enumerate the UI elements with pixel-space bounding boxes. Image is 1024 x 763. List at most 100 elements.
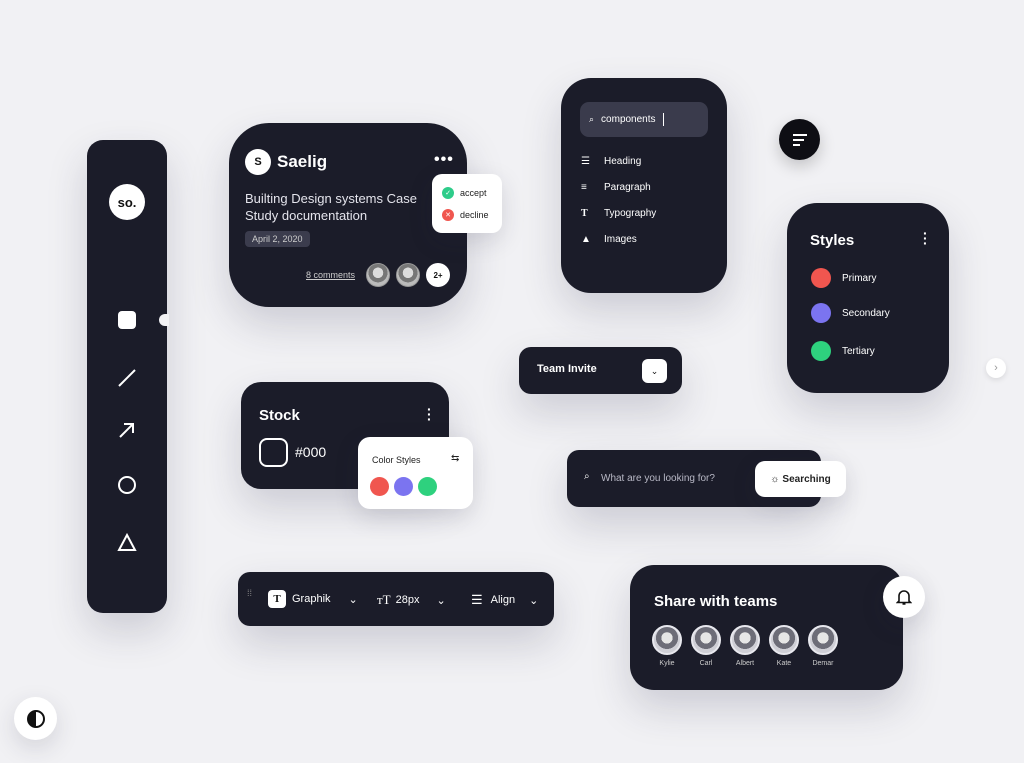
avatar <box>691 625 721 655</box>
typography-icon: T <box>268 590 286 608</box>
color-styles-popup: Color Styles ⇆ <box>358 437 473 509</box>
size-label: 28px <box>395 594 420 606</box>
title-line: Builting Design systems Case <box>245 191 417 206</box>
menu-item-heading[interactable]: ☰ Heading <box>581 156 656 167</box>
color-swatch[interactable] <box>394 477 413 496</box>
color-styles-title: Color Styles <box>372 455 421 465</box>
team-invite-label: Team Invite <box>537 363 597 375</box>
typography-icon: T <box>581 208 588 219</box>
accept-option[interactable]: ✓ accept <box>442 187 487 199</box>
search-icon: ⌕ <box>584 471 590 482</box>
loading-icon: ☼ <box>770 473 780 485</box>
text-toolbar: ⁞⁞ T Graphik ⌄ ᴛT 28px ⌄ ☰ Align ⌄ <box>238 572 554 626</box>
line-tool-icon[interactable] <box>117 368 137 388</box>
chevron-down-icon: ⌄ <box>529 594 539 607</box>
team-invite-dropdown[interactable]: Team Invite ⌄ <box>519 347 682 394</box>
images-icon: ▲ <box>581 234 591 245</box>
paragraph-icon: ≡ <box>581 182 587 193</box>
filter-button[interactable] <box>779 119 820 160</box>
team-member[interactable]: Kylie <box>652 625 682 667</box>
square-tool-icon[interactable] <box>118 311 136 329</box>
author-name: Saelig <box>277 152 328 171</box>
dropdown-button[interactable]: ⌄ <box>642 359 667 383</box>
next-button[interactable]: › <box>986 358 1006 378</box>
font-size-select[interactable]: ᴛT 28px ⌄ <box>377 592 446 608</box>
decision-popup: ✓ accept ✕ decline <box>432 174 502 233</box>
team-member[interactable]: Albert <box>730 625 760 667</box>
arrow-tool-icon[interactable] <box>117 420 137 440</box>
style-primary[interactable]: Primary <box>811 268 876 288</box>
search-icon: ⌕ <box>589 114 595 124</box>
color-swatch[interactable] <box>370 477 389 496</box>
searching-label: Searching <box>782 473 831 485</box>
decline-label: decline <box>460 210 489 220</box>
color-swatch[interactable] <box>418 477 437 496</box>
color-preview[interactable] <box>259 438 288 467</box>
menu-item-paragraph[interactable]: ≡ Paragraph <box>581 182 656 193</box>
logo[interactable]: so. <box>109 184 145 220</box>
avatar <box>808 625 838 655</box>
settings-sliders-icon[interactable]: ⇆ <box>451 453 459 464</box>
team-member[interactable]: Carl <box>691 625 721 667</box>
team-member[interactable]: Demar <box>808 625 838 667</box>
color-value: #000 <box>295 444 327 460</box>
contrast-icon <box>26 709 45 728</box>
member-avatar <box>366 263 390 287</box>
style-label: Primary <box>842 272 877 284</box>
align-select[interactable]: ☰ Align ⌄ <box>471 592 538 608</box>
member-name: Albert <box>735 660 755 667</box>
member-name: Kate <box>776 660 792 667</box>
theme-toggle[interactable] <box>14 697 57 740</box>
menu-item-typography[interactable]: T Typography <box>581 208 656 219</box>
style-secondary[interactable]: Secondary <box>811 303 890 323</box>
date-badge: April 2, 2020 <box>245 231 310 247</box>
share-card: Share with teams Kylie Carl Albert Kate … <box>630 565 903 690</box>
avatar <box>730 625 760 655</box>
member-avatar <box>396 263 420 287</box>
item-label: Images <box>604 234 637 245</box>
item-label: Typography <box>604 208 657 219</box>
font-family-select[interactable]: T Graphik ⌄ <box>268 590 358 608</box>
style-label: Secondary <box>842 307 890 319</box>
components-search-input[interactable]: ⌕ components <box>580 102 708 137</box>
item-label: Heading <box>604 156 642 167</box>
member-name: Kylie <box>659 660 675 667</box>
more-vertical-icon[interactable]: · · · <box>923 226 928 250</box>
drag-handle-icon[interactable]: ⁞⁞ <box>247 589 252 598</box>
circle-tool-icon[interactable] <box>117 475 137 495</box>
comments-link[interactable]: 8 comments <box>306 270 355 280</box>
stock-title: Stock <box>259 407 300 424</box>
notification-button[interactable] <box>883 576 925 618</box>
bell-icon <box>896 590 912 605</box>
color-swatch <box>811 341 831 361</box>
font-label: Graphik <box>292 593 331 605</box>
chevron-down-icon: ⌄ <box>348 593 358 606</box>
more-vertical-icon[interactable]: · · · <box>427 402 432 426</box>
align-left-icon: ☰ <box>471 592 483 607</box>
triangle-tool-icon[interactable] <box>117 533 137 553</box>
align-label: Align <box>490 594 516 606</box>
style-label: Tertiary <box>842 345 875 357</box>
tool-sidebar: so. <box>87 140 169 613</box>
more-members[interactable]: 2+ <box>426 263 450 287</box>
heading-icon: ☰ <box>581 156 590 167</box>
title-line: Study documentation <box>245 208 368 223</box>
menu-item-images[interactable]: ▲ Images <box>581 234 656 245</box>
post-title: Builting Design systems Case Study docume… <box>245 190 417 224</box>
chevron-right-icon: › <box>994 362 998 374</box>
components-card: ⌕ components ☰ Heading ≡ Paragraph T Typogra… <box>561 78 727 293</box>
team-member[interactable]: Kate <box>769 625 799 667</box>
styles-card: Styles · · · Primary Secondary Tertiary <box>787 203 949 393</box>
item-label: Paragraph <box>604 182 651 193</box>
more-icon[interactable]: ••• <box>434 151 454 169</box>
color-swatch <box>811 303 831 323</box>
chevron-down-icon: ⌄ <box>650 365 659 376</box>
searching-button[interactable]: ☼ Searching <box>755 461 846 497</box>
decline-option[interactable]: ✕ decline <box>442 209 489 221</box>
accept-label: accept <box>460 188 487 198</box>
avatar <box>769 625 799 655</box>
style-tertiary[interactable]: Tertiary <box>811 341 875 361</box>
search-value: components <box>601 114 656 125</box>
active-indicator <box>159 314 169 326</box>
search-input[interactable]: What are you looking for? <box>601 473 715 484</box>
